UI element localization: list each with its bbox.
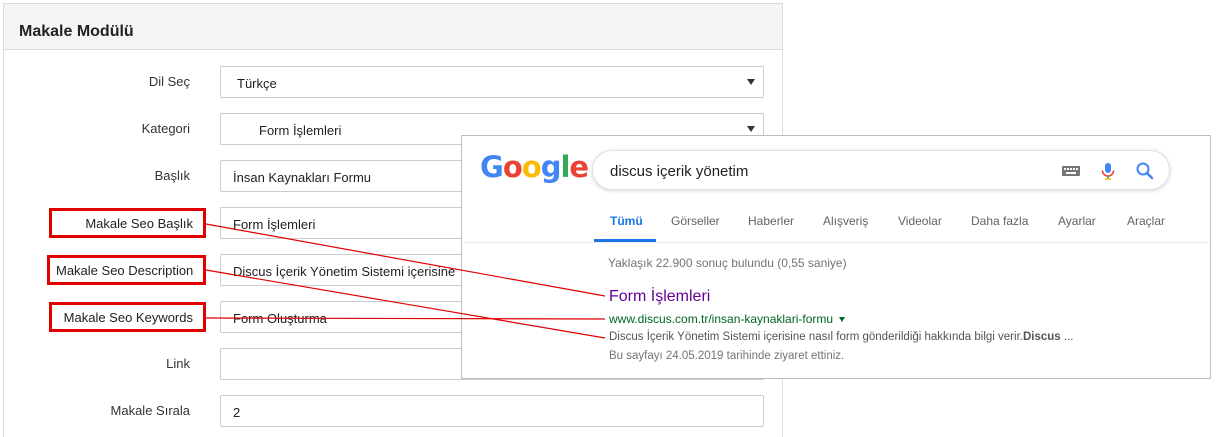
result-title-link[interactable]: Form İşlemleri: [609, 288, 710, 306]
chevron-down-icon: [747, 79, 755, 85]
order-row: Makale Sırala 2: [0, 395, 780, 427]
language-row: Dil Seç Türkçe: [0, 66, 780, 98]
result-snippet-text: Discus İçerik Yönetim Sistemi içerisine …: [609, 331, 1023, 343]
search-query: discus içerik yönetim: [610, 163, 749, 180]
logo-letter: g: [540, 150, 562, 184]
result-snippet-bold: Discus: [1022, 331, 1061, 343]
tab-all[interactable]: Tümü: [610, 214, 643, 228]
title-value: İnsan Kaynakları Formu: [233, 170, 372, 185]
caret-down-icon[interactable]: [839, 317, 846, 323]
title-label: Başlık: [154, 168, 190, 183]
search-tabs: Tümü Görseller Haberler Alışveriş Videol…: [462, 212, 1212, 242]
logo-letter: e: [569, 150, 589, 184]
link-label: Link: [166, 356, 190, 371]
result-url[interactable]: www.discus.com.tr/insan-kaynaklari-formu: [609, 312, 846, 326]
logo-letter: G: [480, 150, 504, 184]
tab-settings[interactable]: Ayarlar: [1058, 214, 1096, 228]
result-stats: Yaklaşık 22.900 sonuç bulundu (0,55 sani…: [608, 256, 847, 270]
google-search-screenshot: Google discus içerik yönetim Tümü Görsel…: [461, 135, 1212, 379]
tab-more[interactable]: Daha fazla: [971, 214, 1028, 228]
panel-title: Makale Modülü: [4, 4, 782, 50]
order-label: Makale Sırala: [110, 403, 190, 418]
order-value: 2: [233, 405, 241, 420]
chevron-down-icon: [747, 126, 755, 132]
seo-description-label: Makale Seo Description: [56, 263, 194, 278]
tab-images[interactable]: Görseller: [671, 214, 720, 228]
tab-videos[interactable]: Videolar: [898, 214, 942, 228]
language-label: Dil Seç: [148, 74, 190, 89]
result-url-text: www.discus.com.tr/insan-kaynaklari-formu: [609, 312, 834, 326]
tab-news[interactable]: Haberler: [748, 214, 794, 228]
category-label: Kategori: [141, 121, 190, 136]
language-select[interactable]: Türkçe: [220, 66, 764, 98]
language-value: Türkçe: [237, 76, 277, 91]
microphone-icon[interactable]: [1098, 161, 1118, 181]
tab-shopping[interactable]: Alışveriş: [823, 214, 868, 228]
seo-description-label-highlight: Makale Seo Description: [47, 255, 206, 285]
search-icon[interactable]: [1135, 161, 1155, 181]
divider: [462, 242, 1212, 243]
seo-keywords-value: Form Oluşturma: [233, 311, 327, 326]
seo-title-label: Makale Seo Başlık: [85, 216, 193, 231]
tab-tools[interactable]: Araçlar: [1127, 214, 1165, 228]
keyboard-icon[interactable]: [1061, 161, 1081, 181]
search-box[interactable]: discus içerik yönetim: [592, 150, 1170, 190]
logo-letter: o: [502, 150, 523, 184]
seo-keywords-label: Makale Seo Keywords: [63, 310, 193, 325]
result-snippet-tail: ...: [1060, 331, 1074, 343]
seo-title-value: Form İşlemleri: [233, 217, 316, 232]
result-snippet: Discus İçerik Yönetim Sistemi içerisine …: [609, 331, 1073, 343]
google-logo: Google: [480, 150, 589, 185]
order-input[interactable]: 2: [220, 395, 764, 427]
visited-note: Bu sayfayı 24.05.2019 tarihinde ziyaret …: [609, 350, 845, 362]
logo-letter: o: [521, 150, 542, 184]
category-value: Form İşlemleri: [259, 123, 342, 138]
seo-keywords-label-highlight: Makale Seo Keywords: [49, 302, 206, 332]
seo-title-label-highlight: Makale Seo Başlık: [49, 208, 206, 238]
seo-description-value: Discus İçerik Yönetim Sistemi içerisine: [233, 264, 456, 279]
